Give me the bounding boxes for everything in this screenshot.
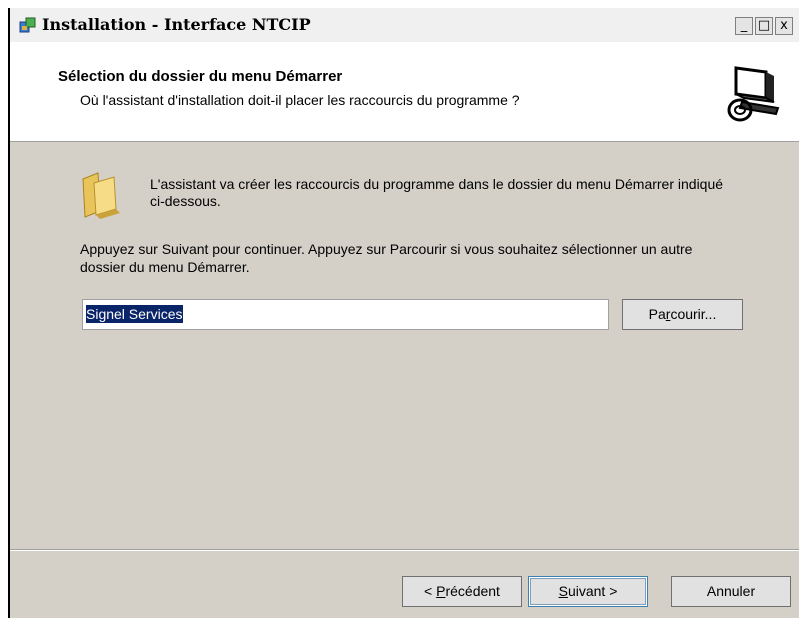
start-menu-folder-input[interactable]: Signel Services xyxy=(82,299,609,330)
maximize-button[interactable]: □ xyxy=(755,17,773,35)
browse-button[interactable]: Parcourir... xyxy=(622,299,743,330)
window-title: Installation - Interface NTCIP xyxy=(42,15,311,34)
footer-divider xyxy=(10,549,799,551)
browse-label-start: Pa xyxy=(648,306,666,322)
next-button[interactable]: Suivant > xyxy=(528,576,648,607)
cancel-button[interactable]: Annuler xyxy=(671,576,791,607)
instructions-text: Appuyez sur Suivant pour continuer. Appu… xyxy=(80,241,693,275)
installer-app-icon xyxy=(19,17,36,33)
folder-icon xyxy=(82,172,120,219)
installer-window: Installation - Interface NTCIP _ □ x Sél… xyxy=(8,8,799,618)
next-label-end: uivant > xyxy=(567,583,618,599)
back-label-end: récédent xyxy=(445,583,500,599)
back-label-start: < xyxy=(424,583,437,599)
browse-label-end: courir... xyxy=(670,306,717,322)
title-bar[interactable]: Installation - Interface NTCIP _ □ x xyxy=(10,8,799,42)
page-title: Sélection du dossier du menu Démarrer xyxy=(58,68,343,85)
back-button[interactable]: < Précédent xyxy=(402,576,522,607)
intro-text: L'assistant va créer les raccourcis du p… xyxy=(150,176,724,209)
minimize-button[interactable]: _ xyxy=(735,17,753,35)
computer-setup-icon xyxy=(723,63,783,123)
close-button[interactable]: x xyxy=(775,17,793,35)
page-subtitle: Où l'assistant d'installation doit-il pl… xyxy=(80,92,520,108)
next-label-accelerator: S xyxy=(558,583,568,599)
wizard-header: Sélection du dossier du menu Démarrer Où… xyxy=(10,42,799,142)
folder-input-value: Signel Services xyxy=(86,305,183,323)
